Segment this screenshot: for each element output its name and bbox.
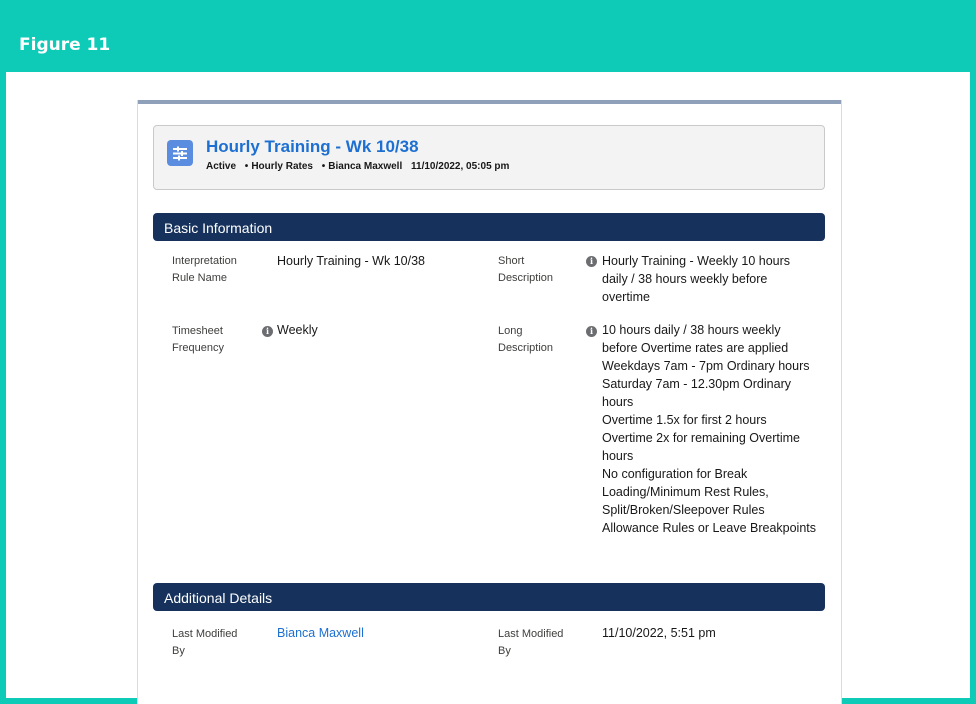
section-heading: Additional Details [164, 590, 273, 606]
record-title[interactable]: Hourly Training - Wk 10/38 [206, 137, 419, 157]
short-description-label: Short Description [498, 255, 554, 284]
figure-header: Figure 11 [6, 6, 970, 72]
short-description-value: Hourly Training - Weekly 10 hours daily … [602, 254, 791, 304]
record-owner: Bianca Maxwell [328, 161, 403, 172]
long-description-label: Long Description [498, 325, 554, 354]
section-basic-information[interactable]: Basic Information [153, 213, 825, 241]
rule-name-label: Interpretation Rule Name [172, 255, 237, 284]
rule-icon [167, 140, 193, 166]
record-datetime: 11/10/2022, 05:05 pm [411, 161, 510, 172]
last-modified-by-label: Last Modified By [172, 628, 238, 657]
figure-frame: Figure 11 Hourly Training - Wk 10/38 Act… [0, 0, 976, 704]
section-additional-details[interactable]: Additional Details [153, 583, 825, 611]
section-heading: Basic Information [164, 220, 273, 236]
record-meta: Active • Hourly Rates • Bianca Maxwell 11/… [206, 161, 510, 172]
last-modified-date-label: Last Modified By [498, 628, 564, 657]
record-panel: Hourly Training - Wk 10/38 Active • Hourl… [137, 100, 842, 704]
record-rate-type: Hourly Rates [251, 161, 313, 172]
info-icon[interactable]: i [586, 256, 597, 267]
info-icon[interactable]: i [586, 326, 597, 337]
record-header: Hourly Training - Wk 10/38 Active • Hourl… [153, 125, 825, 190]
rule-name-value: Hourly Training - Wk 10/38 [277, 254, 425, 268]
long-description-value: 10 hours daily / 38 hours weekly before … [602, 323, 817, 535]
record-status: Active [206, 161, 237, 172]
panel-top-border [138, 100, 841, 104]
timesheet-frequency-label: Timesheet Frequency [172, 325, 224, 354]
figure-title: Figure 11 [19, 35, 111, 55]
last-modified-date-value: 11/10/2022, 5:51 pm [602, 626, 716, 640]
info-icon[interactable]: i [262, 326, 273, 337]
last-modified-by-link[interactable]: Bianca Maxwell [277, 624, 364, 642]
timesheet-frequency-value: Weekly [277, 323, 318, 337]
